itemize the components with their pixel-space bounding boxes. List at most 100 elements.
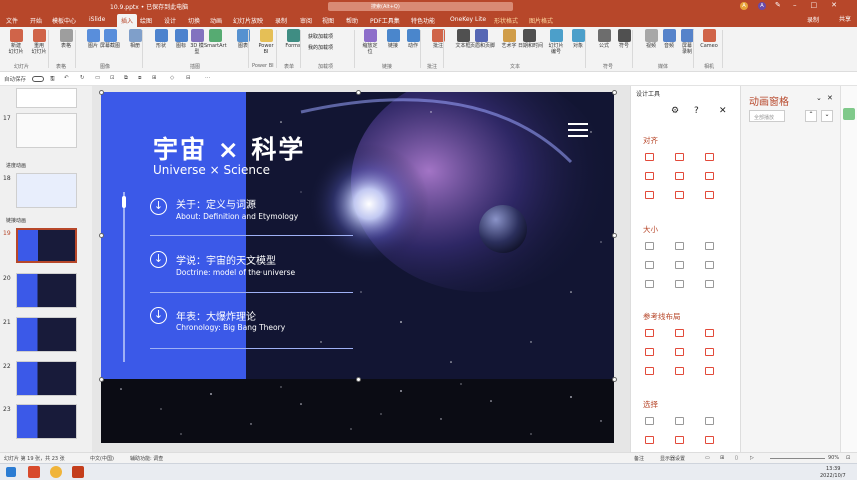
- tab-5[interactable]: 绘图: [140, 16, 152, 25]
- item-title[interactable]: 关于：定义与词源: [176, 196, 256, 211]
- accessibility[interactable]: 辅助功能: 调查: [130, 455, 163, 462]
- tab-15[interactable]: 特色功能: [411, 16, 435, 25]
- design-tool-icon[interactable]: [705, 261, 714, 269]
- maximize-icon[interactable]: □: [811, 1, 832, 9]
- design-tool-icon[interactable]: [675, 348, 684, 356]
- display-settings[interactable]: 显示器设置: [660, 455, 685, 462]
- search-box[interactable]: 搜索(Alt+Q): [328, 2, 513, 11]
- redo-icon[interactable]: ↻: [80, 75, 85, 81]
- move-down-button[interactable]: ⌄: [821, 110, 833, 122]
- design-tool-icon[interactable]: [645, 436, 654, 444]
- tab-8[interactable]: 动画: [210, 16, 222, 25]
- ribbon-button-27[interactable]: 屏幕 录制: [676, 29, 698, 55]
- ribbon-button-6[interactable]: 形状: [150, 29, 172, 49]
- arrow-down-icon[interactable]: ↓: [150, 198, 167, 215]
- resize-handle[interactable]: [99, 233, 104, 238]
- design-tool-icon[interactable]: [645, 242, 654, 250]
- ribbon-button-11[interactable]: Power BI: [255, 29, 277, 55]
- slide-thumbnail[interactable]: [16, 317, 77, 352]
- tab-6[interactable]: 设计: [164, 16, 176, 25]
- design-tool-icon[interactable]: [645, 261, 654, 269]
- design-tool-icon[interactable]: [645, 367, 654, 375]
- layer-icon[interactable]: ⧈: [138, 75, 142, 82]
- fit-icon[interactable]: ⊡: [846, 455, 850, 461]
- design-tool-icon[interactable]: [705, 348, 714, 356]
- more-icon[interactable]: ⋯: [205, 75, 211, 81]
- distribute-icon[interactable]: ⊞: [152, 75, 157, 81]
- design-tool-icon[interactable]: [705, 329, 714, 337]
- arrow-down-icon[interactable]: ↓: [150, 251, 167, 268]
- slide-thumbnail[interactable]: [16, 228, 77, 263]
- normal-view-icon[interactable]: ▭: [705, 455, 710, 461]
- tab-18[interactable]: 图片格式: [529, 16, 553, 25]
- ribbon-button-16[interactable]: 批注: [427, 29, 449, 49]
- ribbon-button-1[interactable]: 重用 幻灯片: [28, 29, 50, 55]
- ribbon-button-0[interactable]: 新建 幻灯片: [5, 29, 27, 55]
- reading-view-icon[interactable]: ▯: [735, 455, 738, 461]
- slide-thumbnail[interactable]: [16, 113, 77, 148]
- design-tool-icon[interactable]: [705, 436, 714, 444]
- ribbon-button-9[interactable]: SmartArt: [204, 29, 227, 49]
- design-tool-icon[interactable]: [645, 329, 654, 337]
- ribbon-button-19[interactable]: 艺术字: [498, 29, 520, 49]
- design-tool-icon[interactable]: [645, 280, 654, 288]
- record-button[interactable]: 录制: [806, 15, 819, 24]
- slide-thumbnail[interactable]: [16, 173, 77, 208]
- design-tool-icon[interactable]: [675, 417, 684, 425]
- chrome-icon[interactable]: [50, 466, 62, 478]
- align-icon[interactable]: ⊡: [110, 75, 115, 81]
- section-label[interactable]: 进度动画: [6, 162, 26, 169]
- tab-3[interactable]: iSlide: [89, 16, 105, 23]
- tab-12[interactable]: 视图: [322, 16, 334, 25]
- section-label[interactable]: 链接动画: [6, 217, 26, 224]
- ribbon-button-14[interactable]: 链接: [382, 29, 404, 49]
- slide-thumbnail[interactable]: [16, 273, 77, 308]
- item-title[interactable]: 年表：大爆炸理论: [176, 308, 256, 323]
- help-icon[interactable]: ?: [694, 106, 699, 116]
- slide-thumbnail[interactable]: [16, 404, 77, 439]
- design-tool-icon[interactable]: [675, 153, 684, 161]
- slideshow-icon[interactable]: ▷: [750, 455, 754, 461]
- resize-handle[interactable]: [99, 377, 104, 382]
- design-tool-icon[interactable]: [705, 191, 714, 199]
- tab-7[interactable]: 切换: [188, 16, 200, 25]
- design-tool-icon[interactable]: [675, 191, 684, 199]
- design-tool-icon[interactable]: [705, 242, 714, 250]
- notes-button[interactable]: 备注: [634, 455, 644, 462]
- slide-thumbnail[interactable]: [16, 361, 77, 396]
- close-icon[interactable]: ✕: [831, 1, 851, 9]
- design-tool-icon[interactable]: [645, 172, 654, 180]
- resize-handle[interactable]: [612, 90, 617, 95]
- settings-icon[interactable]: ⚙: [671, 106, 679, 116]
- ribbon-button-13[interactable]: 缩放定 位: [359, 29, 381, 55]
- ribbon-button-2[interactable]: 表格: [55, 29, 77, 49]
- design-tool-icon[interactable]: [675, 367, 684, 375]
- move-up-button[interactable]: ⌃: [805, 110, 817, 122]
- tab-17[interactable]: 形状格式: [494, 16, 518, 25]
- tab-1[interactable]: 开始: [30, 16, 42, 25]
- slide-thumbnail[interactable]: [16, 88, 77, 108]
- sorter-view-icon[interactable]: ⊞: [720, 455, 724, 461]
- tab-10[interactable]: 录制: [275, 16, 287, 25]
- resize-handle[interactable]: [612, 377, 617, 382]
- animation-pane-icon[interactable]: [843, 108, 855, 120]
- avatar-2[interactable]: A: [758, 2, 766, 10]
- design-tool-icon[interactable]: [645, 153, 654, 161]
- share-button[interactable]: 共享: [839, 14, 851, 23]
- design-tool-icon[interactable]: [675, 436, 684, 444]
- menu-icon[interactable]: [568, 123, 588, 125]
- ribbon-button-21[interactable]: 幻灯片 编号: [545, 29, 567, 55]
- ribbon-button-20[interactable]: 日期和时间: [518, 29, 543, 49]
- design-tool-icon[interactable]: [675, 261, 684, 269]
- design-tool-icon[interactable]: [705, 172, 714, 180]
- tab-14[interactable]: PDF工具集: [370, 16, 400, 25]
- ribbon-button-10[interactable]: 图表: [232, 29, 254, 49]
- powerpoint-icon[interactable]: [72, 466, 84, 478]
- design-tool-icon[interactable]: [705, 153, 714, 161]
- design-tool-icon[interactable]: [705, 280, 714, 288]
- design-tool-icon[interactable]: [645, 417, 654, 425]
- ribbon-button-18[interactable]: 页眉和页脚: [470, 29, 495, 49]
- ribbon-button-28[interactable]: Cameo: [698, 29, 720, 49]
- zoom-level[interactable]: 90%: [828, 455, 839, 461]
- design-tool-icon[interactable]: [675, 280, 684, 288]
